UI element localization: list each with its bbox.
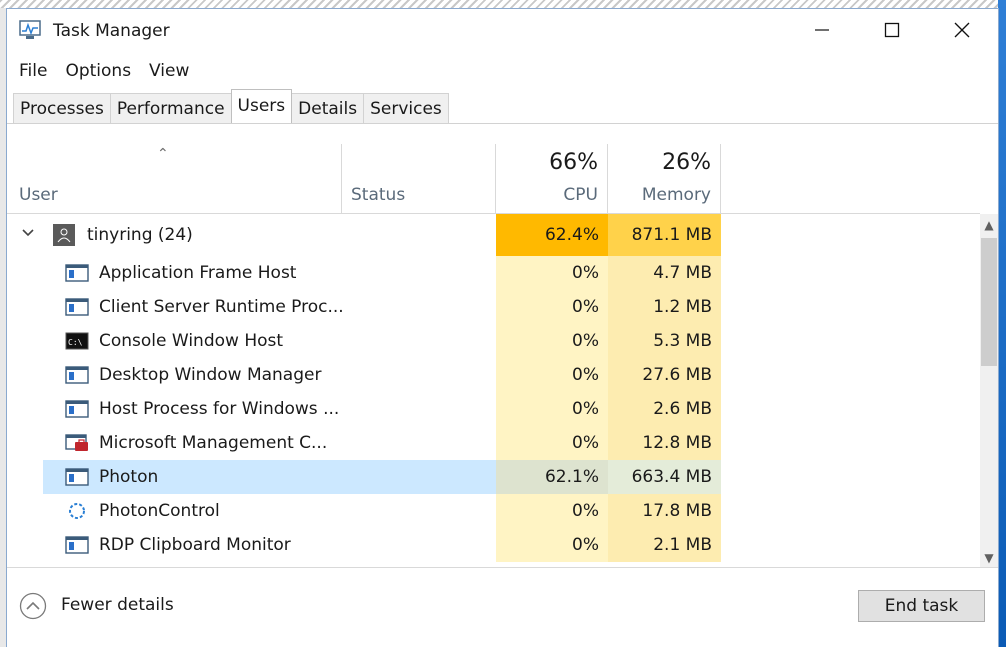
process-memory: 4.7 MB	[608, 256, 721, 290]
loading-ring-icon	[69, 503, 85, 519]
tab-performance[interactable]: Performance	[109, 93, 232, 123]
process-cpu: 0%	[496, 256, 608, 290]
minimize-icon	[815, 29, 829, 31]
process-row[interactable]: Microsoft Management C... 0% 12.8 MB	[7, 426, 980, 460]
process-cpu: 0%	[496, 528, 608, 562]
scroll-up-icon[interactable]: ▲	[980, 214, 998, 236]
maximize-icon	[884, 22, 900, 38]
console-icon: C:\	[65, 332, 89, 350]
process-name: RDP Clipboard Monitor	[99, 535, 291, 555]
tab-divider	[7, 123, 998, 124]
process-row[interactable]: RDP Clipboard Monitor 0% 2.1 MB	[7, 528, 980, 562]
cpu-total: 66%	[549, 150, 598, 175]
process-row[interactable]: PhotonControl 0% 17.8 MB	[7, 494, 980, 528]
close-icon	[954, 22, 970, 38]
maximize-button[interactable]	[857, 9, 927, 51]
group-cpu-value: 62.4%	[496, 214, 608, 256]
process-name: PhotonControl	[99, 501, 220, 521]
column-user[interactable]: ⌃ User	[7, 144, 342, 213]
user-group-name: tinyring (24)	[87, 225, 193, 245]
minimize-button[interactable]	[787, 9, 857, 51]
process-row[interactable]: Client Server Runtime Proc... 0% 1.2 MB	[7, 290, 980, 324]
window-icon	[65, 366, 89, 384]
memory-total: 26%	[662, 150, 711, 175]
column-cpu[interactable]: 66% CPU	[496, 144, 608, 213]
process-name: Host Process for Windows ...	[99, 399, 340, 419]
sort-ascending-icon: ⌃	[157, 146, 169, 162]
process-row[interactable]: Desktop Window Manager 0% 27.6 MB	[7, 358, 980, 392]
desktop-background	[998, 0, 1006, 647]
process-cpu: 0%	[496, 358, 608, 392]
menu-view[interactable]: View	[140, 59, 198, 83]
window-icon	[65, 298, 89, 316]
column-header-row: ⌃ User Status 66% CPU 26% Memory	[7, 144, 980, 214]
window-icon	[65, 264, 89, 282]
menu-options[interactable]: Options	[56, 59, 140, 83]
column-user-label: User	[19, 185, 58, 205]
process-cpu: 0%	[496, 324, 608, 358]
user-silhouette-icon	[57, 228, 71, 243]
tab-users[interactable]: Users	[230, 89, 293, 123]
window-title: Task Manager	[53, 21, 170, 41]
process-cpu: 0%	[496, 494, 608, 528]
scrollbar-thumb[interactable]	[981, 238, 997, 366]
process-row[interactable]: C:\ Console Window Host 0% 5.3 MB	[7, 324, 980, 358]
process-cpu: 0%	[496, 392, 608, 426]
process-row-selected[interactable]: Photon 62.1% 663.4 MB	[7, 460, 980, 494]
close-button[interactable]	[927, 9, 997, 51]
menu-file[interactable]: File	[7, 59, 56, 83]
column-status[interactable]: Status	[342, 144, 496, 213]
window-icon	[65, 468, 89, 486]
tab-strip: Processes Performance Users Details Serv…	[13, 89, 449, 123]
process-memory: 17.8 MB	[608, 494, 721, 528]
process-memory: 2.6 MB	[608, 392, 721, 426]
menu-bar: File Options View	[7, 59, 198, 83]
svg-text:C:\: C:\	[68, 338, 83, 347]
process-cpu: 0%	[496, 426, 608, 460]
end-task-button[interactable]: End task	[858, 590, 985, 622]
chevron-down-icon[interactable]	[21, 226, 35, 240]
process-name: Microsoft Management C...	[99, 433, 328, 453]
task-manager-app-icon	[19, 20, 41, 39]
process-name: Application Frame Host	[99, 263, 297, 283]
desktop-top-edge	[0, 0, 1006, 8]
process-memory: 27.6 MB	[608, 358, 721, 392]
tab-processes[interactable]: Processes	[13, 93, 111, 123]
process-name: Client Server Runtime Proc...	[99, 297, 344, 317]
process-row[interactable]: Application Frame Host 0% 4.7 MB	[7, 256, 980, 290]
column-memory[interactable]: 26% Memory	[608, 144, 721, 213]
process-memory: 663.4 MB	[608, 460, 721, 494]
title-bar[interactable]: Task Manager	[7, 9, 998, 51]
window-icon	[65, 400, 89, 418]
vertical-scrollbar[interactable]: ▲ ▼	[980, 214, 998, 569]
process-name: Console Window Host	[99, 331, 284, 351]
column-status-label: Status	[351, 185, 406, 205]
mmc-icon	[65, 434, 88, 451]
fewer-details-link[interactable]: Fewer details	[61, 595, 174, 615]
footer-bar: Fewer details End task	[7, 567, 998, 649]
task-manager-window: Task Manager File Options View Processes…	[6, 8, 999, 649]
tab-details[interactable]: Details	[291, 93, 365, 123]
tab-services[interactable]: Services	[363, 93, 449, 123]
process-memory: 5.3 MB	[608, 324, 721, 358]
process-name: Desktop Window Manager	[99, 365, 322, 385]
process-memory: 12.8 MB	[608, 426, 721, 460]
process-cpu: 62.1%	[496, 460, 608, 494]
process-row[interactable]: Host Process for Windows ... 0% 2.6 MB	[7, 392, 980, 426]
user-group-row[interactable]: tinyring (24) 62.4% 871.1 MB	[7, 214, 980, 256]
group-memory-value: 871.1 MB	[608, 214, 721, 256]
scroll-down-icon[interactable]: ▼	[980, 547, 998, 569]
process-memory: 1.2 MB	[608, 290, 721, 324]
process-memory: 2.1 MB	[608, 528, 721, 562]
window-icon	[65, 536, 89, 554]
process-cpu: 0%	[496, 290, 608, 324]
user-avatar	[53, 224, 75, 246]
user-process-list: tinyring (24) 62.4% 871.1 MB Application…	[7, 214, 980, 569]
chevron-up-circle-icon[interactable]	[19, 592, 47, 620]
column-cpu-label: CPU	[563, 185, 598, 205]
process-name: Photon	[99, 467, 159, 487]
column-memory-label: Memory	[641, 185, 711, 205]
